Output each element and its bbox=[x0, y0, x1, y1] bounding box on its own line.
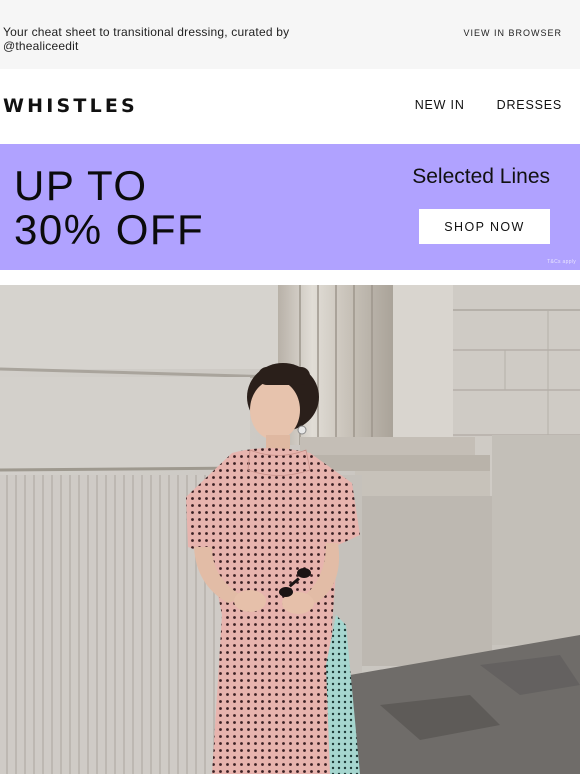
promo-banner[interactable]: UP TO 30% OFF Selected Lines SHOP NOW T&… bbox=[0, 144, 580, 270]
nav-dresses[interactable]: DRESSES bbox=[497, 98, 562, 112]
brand-logo[interactable]: WHISTLES bbox=[3, 95, 138, 117]
nav-new-in[interactable]: NEW IN bbox=[415, 98, 465, 112]
preheader-tagline: Your cheat sheet to transitional dressin… bbox=[3, 25, 290, 53]
preheader: Your cheat sheet to transitional dressin… bbox=[0, 0, 580, 69]
promo-headline-line2: 30% OFF bbox=[14, 206, 205, 253]
promo-headline: UP TO 30% OFF bbox=[14, 164, 274, 252]
terms-note: T&Cs apply bbox=[547, 259, 576, 265]
header: WHISTLES NEW IN DRESSES bbox=[0, 69, 580, 144]
hero-image[interactable] bbox=[0, 285, 580, 774]
model-photo-icon bbox=[0, 285, 580, 774]
promo-headline-line1: UP TO bbox=[14, 162, 148, 209]
promo-subheading: Selected Lines bbox=[412, 165, 550, 188]
shop-now-button[interactable]: SHOP NOW bbox=[419, 209, 550, 244]
main-nav: NEW IN DRESSES bbox=[415, 98, 562, 112]
view-in-browser-link[interactable]: VIEW IN BROWSER bbox=[463, 28, 562, 38]
